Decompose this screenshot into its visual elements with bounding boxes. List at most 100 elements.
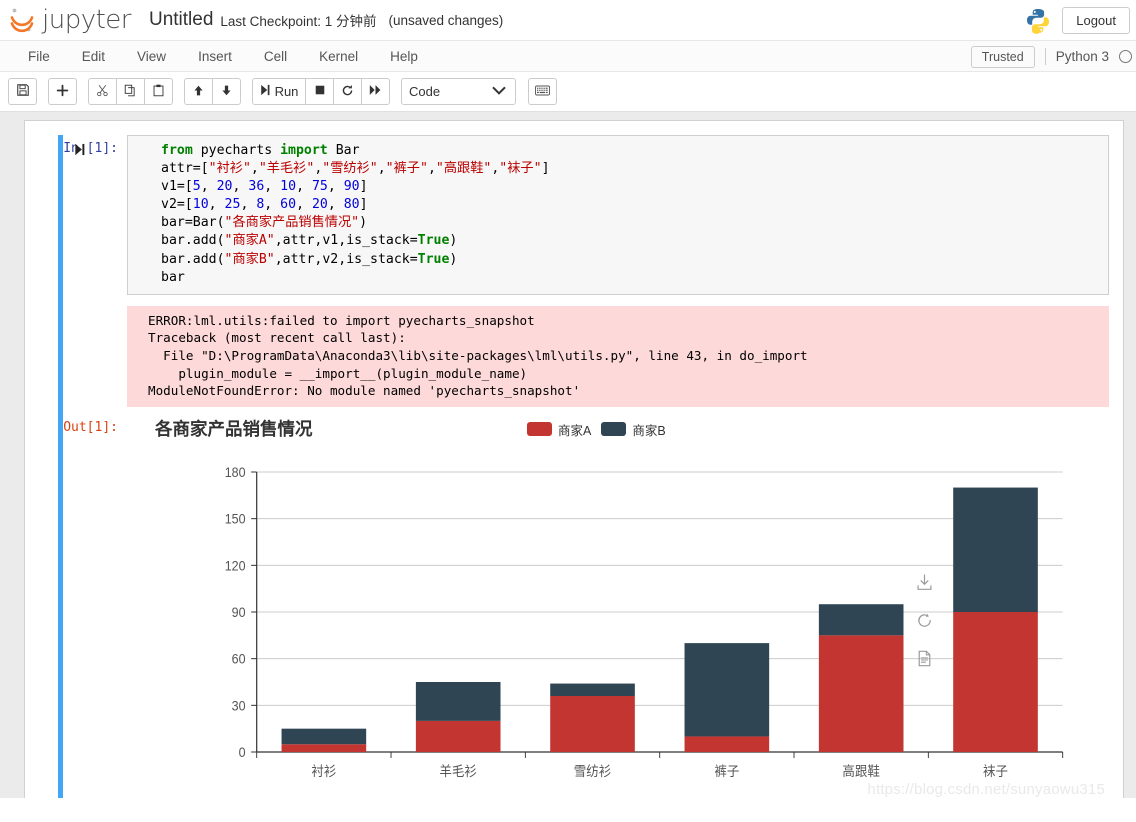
code-editor[interactable]: from pyecharts import Bar attr=["衬衫","羊毛…	[127, 135, 1109, 295]
restore-refresh-icon[interactable]	[916, 612, 933, 629]
cut-button[interactable]	[88, 78, 117, 105]
keyboard-icon	[535, 84, 550, 99]
notebook-page: In [1]: from pyecharts import Bar attr=[…	[24, 120, 1124, 798]
run-button[interactable]: Run	[252, 78, 306, 105]
toolbar-group-clipboard	[88, 78, 173, 105]
arrow-down-icon	[220, 84, 233, 100]
stop-square-icon	[314, 84, 326, 99]
menubar-right-group: Trusted Python 3	[970, 41, 1132, 72]
header-right-group: Logout	[1024, 0, 1130, 41]
paste-button[interactable]	[144, 78, 173, 105]
notebook-header: jupyter Untitled Last Checkpoint: 1 分钟前 …	[0, 0, 1136, 41]
y-axis-tick-label: 150	[225, 511, 246, 527]
divider	[1044, 48, 1046, 65]
cell-type-select[interactable]: Code	[401, 78, 516, 105]
interrupt-kernel-button[interactable]	[305, 78, 334, 105]
bar-segment-series-0	[818, 635, 904, 752]
jupyter-logo-text: jupyter	[42, 5, 131, 35]
x-axis-tick-label: 羊毛衫	[439, 763, 476, 779]
cell-error-row: ERROR:lml.utils:failed to import pyechar…	[37, 295, 1123, 407]
y-axis-tick-label: 30	[232, 698, 246, 714]
trusted-badge[interactable]: Trusted	[970, 45, 1035, 68]
cell-type-select-wrap: Code	[401, 78, 516, 105]
arrow-up-icon	[192, 84, 205, 100]
x-axis-tick-label: 雪纺衫	[574, 763, 611, 779]
chart-toolbox	[916, 574, 933, 667]
chart-plot-area: 0 30 60 90 120 150 180 衬衫 羊毛衫 雪纺衫 裤子 高跟鞋 袜子	[225, 464, 1064, 779]
x-axis-tick-label: 衬衫	[311, 763, 336, 779]
jupyter-notebook-app: jupyter Untitled Last Checkpoint: 1 分钟前 …	[0, 0, 1136, 822]
save-floppy-icon	[16, 83, 30, 100]
run-cell-arrow-icon[interactable]	[74, 143, 86, 160]
download-save-image-icon[interactable]	[916, 574, 933, 591]
bar-segment-series-1	[953, 487, 1038, 612]
restart-and-run-all-button[interactable]	[361, 78, 390, 105]
y-axis-tick-label: 90	[232, 604, 246, 620]
bar-segment-series-1	[550, 683, 635, 696]
paste-icon	[152, 84, 165, 100]
y-axis-tick-label: 0	[239, 744, 246, 760]
error-prompt-spacer	[37, 295, 127, 301]
notebook-toolbar: Run Code	[0, 72, 1136, 112]
bar-segment-series-1	[818, 603, 904, 636]
notebook-body: In [1]: from pyecharts import Bar attr=[…	[0, 112, 1136, 798]
menu-item-file[interactable]: File	[12, 41, 66, 72]
menu-item-cell[interactable]: Cell	[248, 41, 303, 72]
bar-segment-series-1	[281, 728, 367, 744]
last-checkpoint-label: Last Checkpoint: 1 分钟前	[220, 14, 377, 29]
x-axis-tick-label: 裤子	[714, 763, 739, 779]
x-axis-tick-label: 高跟鞋	[842, 763, 879, 779]
plus-icon	[56, 84, 69, 100]
y-axis-tick-label: 60	[232, 651, 246, 667]
y-axis-tick-label: 120	[225, 558, 246, 574]
toolbar-group-move	[184, 78, 241, 105]
jupyter-logo[interactable]: jupyter	[8, 6, 131, 34]
toolbar-group-save	[8, 78, 37, 105]
code-cell[interactable]: In [1]: from pyecharts import Bar attr=[…	[25, 135, 1123, 798]
restart-circular-arrow-icon	[341, 84, 354, 100]
restart-kernel-button[interactable]	[333, 78, 362, 105]
y-axis-tick-label: 180	[225, 464, 246, 480]
move-cell-up-button[interactable]	[184, 78, 213, 105]
bar-segment-series-0	[953, 611, 1038, 752]
menu-item-kernel[interactable]: Kernel	[303, 41, 374, 72]
watermark-text: https://blog.csdn.net/sunyaowu315	[867, 780, 1105, 798]
run-step-icon	[260, 84, 271, 99]
bar-segment-series-1	[415, 681, 501, 721]
menu-item-edit[interactable]: Edit	[66, 41, 121, 72]
bar-segment-series-0	[281, 743, 367, 752]
output-prompt: Out[1]:	[63, 419, 118, 435]
x-axis-tick-label: 袜子	[983, 763, 1008, 779]
toolbar-group-insert	[48, 78, 77, 105]
bar-segment-series-0	[684, 736, 770, 752]
scissors-icon	[96, 84, 109, 100]
command-palette-button[interactable]	[528, 78, 557, 105]
menu-item-help[interactable]: Help	[374, 41, 434, 72]
menu-item-view[interactable]: View	[121, 41, 182, 72]
error-output: ERROR:lml.utils:failed to import pyechar…	[127, 305, 1109, 407]
cell-output-row: Out[1]: 各商家产品销售情况 商家A 商家B 0 30 60 90 120…	[37, 413, 1123, 798]
notebook-name[interactable]: Untitled	[149, 9, 213, 31]
fast-forward-icon	[369, 84, 382, 99]
unsaved-changes-label: (unsaved changes)	[388, 12, 504, 28]
menu-item-insert[interactable]: Insert	[182, 41, 248, 72]
bar-segment-series-0	[550, 695, 635, 752]
cell-input-row: In [1]: from pyecharts import Bar attr=[…	[37, 135, 1123, 295]
data-view-document-icon[interactable]	[916, 650, 933, 667]
move-cell-down-button[interactable]	[212, 78, 241, 105]
toolbar-group-keyboard	[528, 78, 557, 105]
logout-button[interactable]: Logout	[1062, 7, 1130, 34]
python-logo-icon	[1024, 7, 1052, 35]
save-button[interactable]	[8, 78, 37, 105]
jupyter-logo-icon	[8, 6, 36, 34]
copy-button[interactable]	[116, 78, 145, 105]
run-button-label: Run	[274, 84, 299, 99]
echarts-bar-chart[interactable]: 各商家产品销售情况 商家A 商家B 0306090120150180	[127, 413, 1109, 798]
cell-selection-bar	[58, 135, 63, 798]
bar-segment-series-1	[684, 642, 770, 737]
kernel-idle-circle-icon	[1119, 50, 1132, 63]
kernel-name-label: Python 3	[1055, 49, 1109, 64]
insert-cell-below-button[interactable]	[48, 78, 77, 105]
toolbar-group-run: Run	[252, 78, 390, 105]
bar-segment-series-0	[415, 720, 501, 752]
